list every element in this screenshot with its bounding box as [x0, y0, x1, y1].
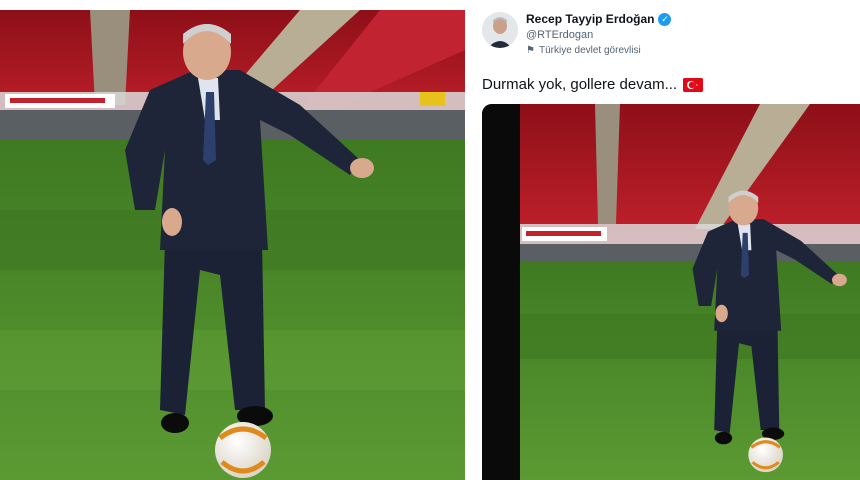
display-name[interactable]: Recep Tayyip Erdoğan [526, 12, 654, 26]
tweet-card[interactable]: Recep Tayyip Erdoğan ✓ @RTErdogan ⚑ Türk… [470, 0, 860, 480]
verified-badge-icon: ✓ [658, 12, 672, 26]
tweet-text-content: Durmak yok, gollere devam... [482, 76, 678, 93]
account-label: ⚑ Türkiye devlet görevlisi [526, 45, 641, 56]
account-label-text: Türkiye devlet görevlisi [538, 45, 641, 56]
football [215, 422, 271, 478]
user-handle[interactable]: @RTErdogan [526, 29, 593, 41]
stadium-photo [0, 10, 465, 480]
turkey-flag-emoji [683, 77, 704, 92]
avatar[interactable] [482, 12, 518, 48]
news-photo [0, 10, 465, 480]
tweet-header: Recep Tayyip Erdoğan ✓ @RTErdogan ⚑ Türk… [482, 10, 852, 60]
tweet-text: Durmak yok, gollere devam... [482, 76, 704, 93]
government-flag-icon: ⚑ [526, 45, 535, 56]
video-frame [482, 104, 860, 480]
name-row: Recep Tayyip Erdoğan ✓ [526, 12, 672, 26]
tweet-video[interactable] [482, 104, 860, 480]
